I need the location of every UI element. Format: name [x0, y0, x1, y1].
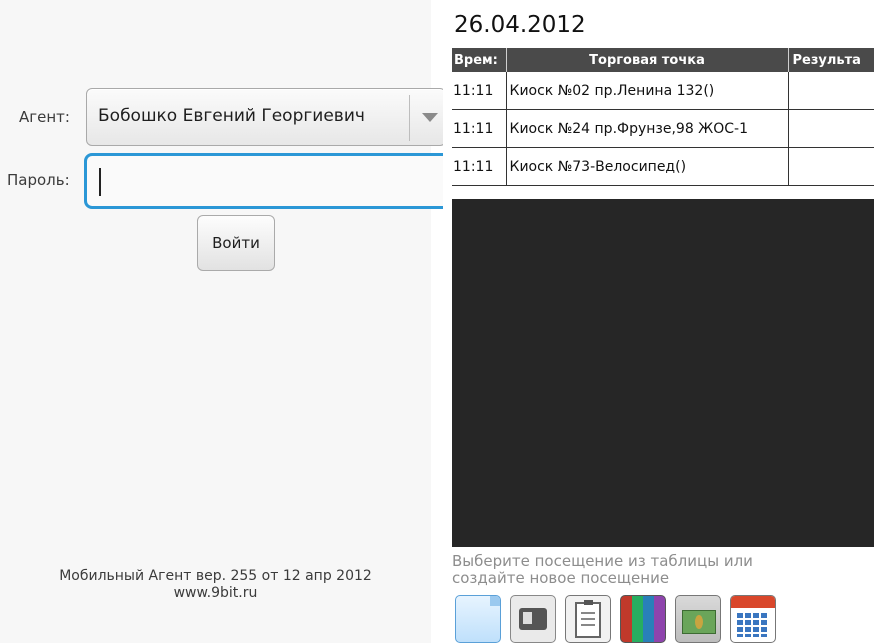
calendar-icon[interactable]	[730, 595, 776, 643]
cell-time: 11:11	[452, 72, 507, 110]
column-header-time[interactable]: Врем:	[452, 48, 507, 72]
password-input[interactable]	[84, 153, 454, 209]
cell-time: 11:11	[452, 109, 507, 148]
table-row[interactable]: 11:11 Киоск №24 пр.Фрунзе,98 ЖОС-1	[452, 109, 874, 148]
contact-card-icon[interactable]	[510, 595, 556, 643]
agent-label: Агент:	[19, 108, 70, 126]
password-row: Пароль:	[0, 153, 454, 211]
agent-row: Агент: Бобошко Евгений Георгиевич	[0, 88, 446, 148]
money-icon[interactable]	[675, 595, 721, 643]
spinner-divider	[409, 95, 410, 141]
table-header-row: Врем: Торговая точка Результа	[452, 48, 874, 72]
login-button[interactable]: Войти	[197, 215, 275, 271]
visits-screen: 26.04.2012 Врем: Торговая точка Результа…	[443, 0, 874, 643]
cell-result	[788, 109, 874, 148]
password-label: Пароль:	[7, 171, 70, 189]
cell-point: Киоск №24 пр.Фрунзе,98 ЖОС-1	[506, 109, 789, 148]
cell-time: 11:11	[452, 147, 507, 186]
site-link: www.9bit.ru	[173, 585, 258, 601]
column-header-point[interactable]: Торговая точка	[506, 48, 789, 72]
books-icon[interactable]	[620, 595, 666, 643]
hint-line-1: Выберите посещение из таблицы или	[452, 552, 753, 570]
cell-result	[788, 72, 874, 110]
visits-date: 26.04.2012	[454, 12, 586, 38]
table-row[interactable]: 11:11 Киоск №02 пр.Ленина 132()	[452, 72, 874, 110]
column-header-result[interactable]: Результа	[788, 48, 874, 72]
new-document-icon[interactable]	[455, 595, 501, 643]
cell-point: Киоск №02 пр.Ленина 132()	[506, 72, 789, 110]
hint-line-2: создайте новое посещение	[452, 569, 670, 587]
agent-spinner[interactable]: Бобошко Евгений Георгиевич	[86, 88, 446, 146]
bottom-toolbar	[455, 595, 776, 643]
hint-text: Выберите посещение из таблицы или создай…	[452, 553, 753, 587]
clipboard-icon[interactable]	[565, 595, 611, 643]
dropdown-arrow-icon	[422, 113, 438, 122]
cell-result	[788, 147, 874, 186]
table-empty-area	[452, 199, 874, 547]
login-screen: Агент: Бобошко Евгений Георгиевич Пароль…	[0, 0, 454, 643]
table-row[interactable]: 11:11 Киоск №73-Велосипед()	[452, 147, 874, 186]
version-text: Мобильный Агент вер. 255 от 12 апр 2012	[59, 568, 372, 584]
visits-table: Врем: Торговая точка Результа 11:11 Киос…	[452, 48, 874, 186]
text-caret	[99, 168, 101, 196]
agent-spinner-value: Бобошко Евгений Георгиевич	[98, 106, 365, 126]
cell-point: Киоск №73-Велосипед()	[506, 147, 789, 186]
